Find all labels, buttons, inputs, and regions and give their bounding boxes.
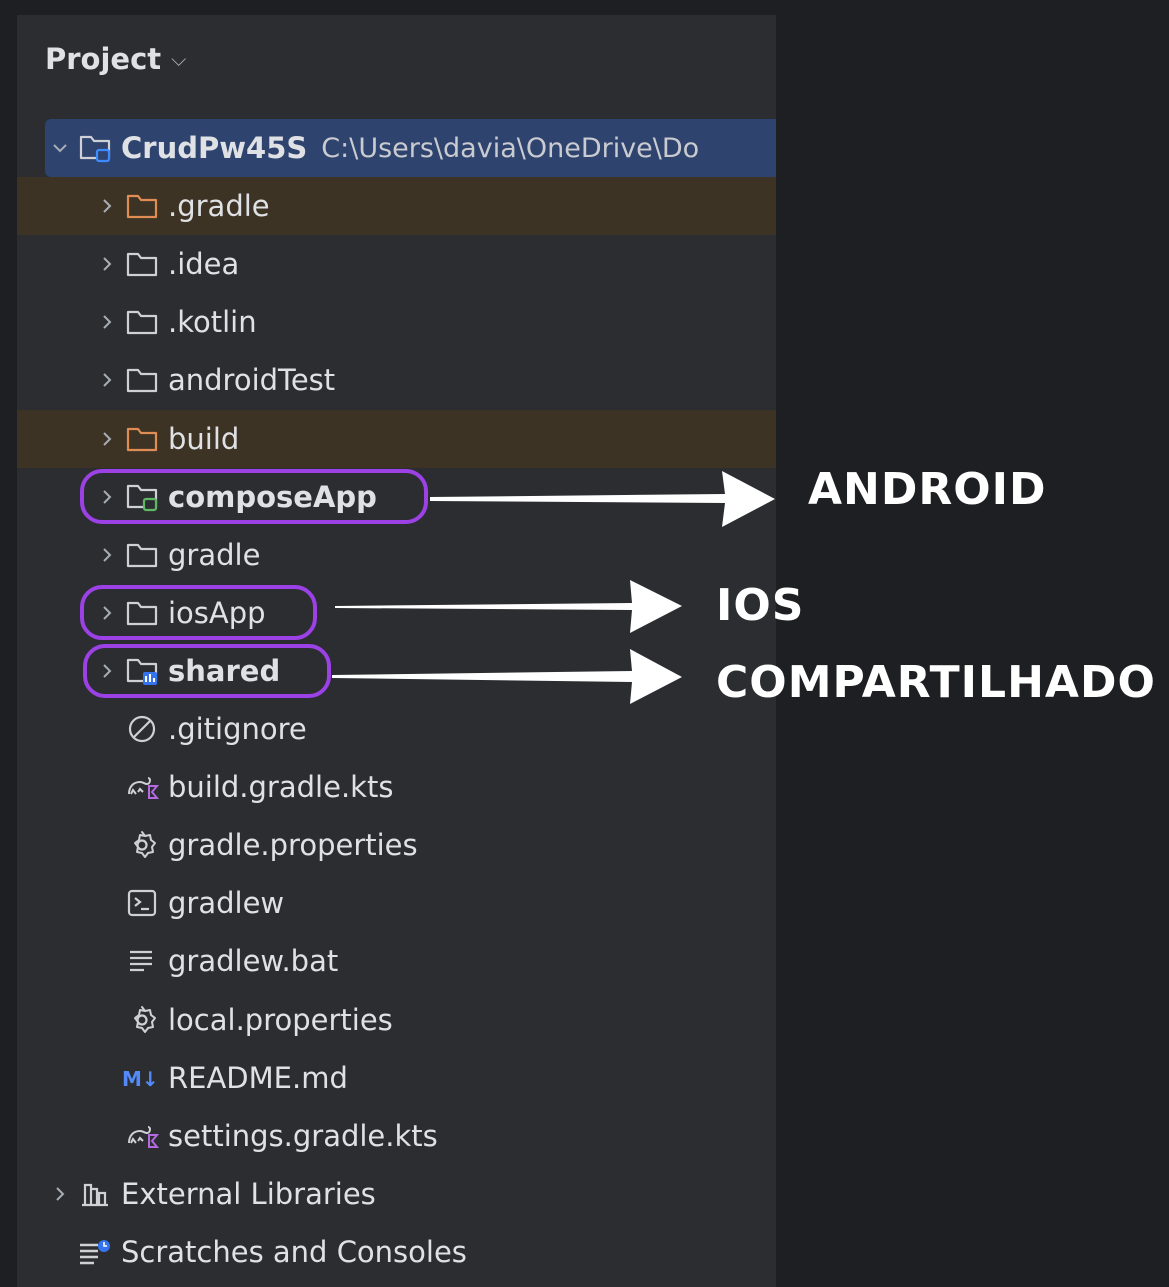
arrow-ios — [335, 580, 682, 633]
annotation-ios: IOS — [716, 580, 805, 631]
arrow-android — [430, 471, 775, 527]
annotation-android: ANDROID — [808, 464, 1047, 515]
annotation-shared: COMPARTILHADO — [716, 657, 1156, 708]
annotation-arrows — [332, 471, 775, 704]
arrow-shared — [332, 649, 682, 704]
